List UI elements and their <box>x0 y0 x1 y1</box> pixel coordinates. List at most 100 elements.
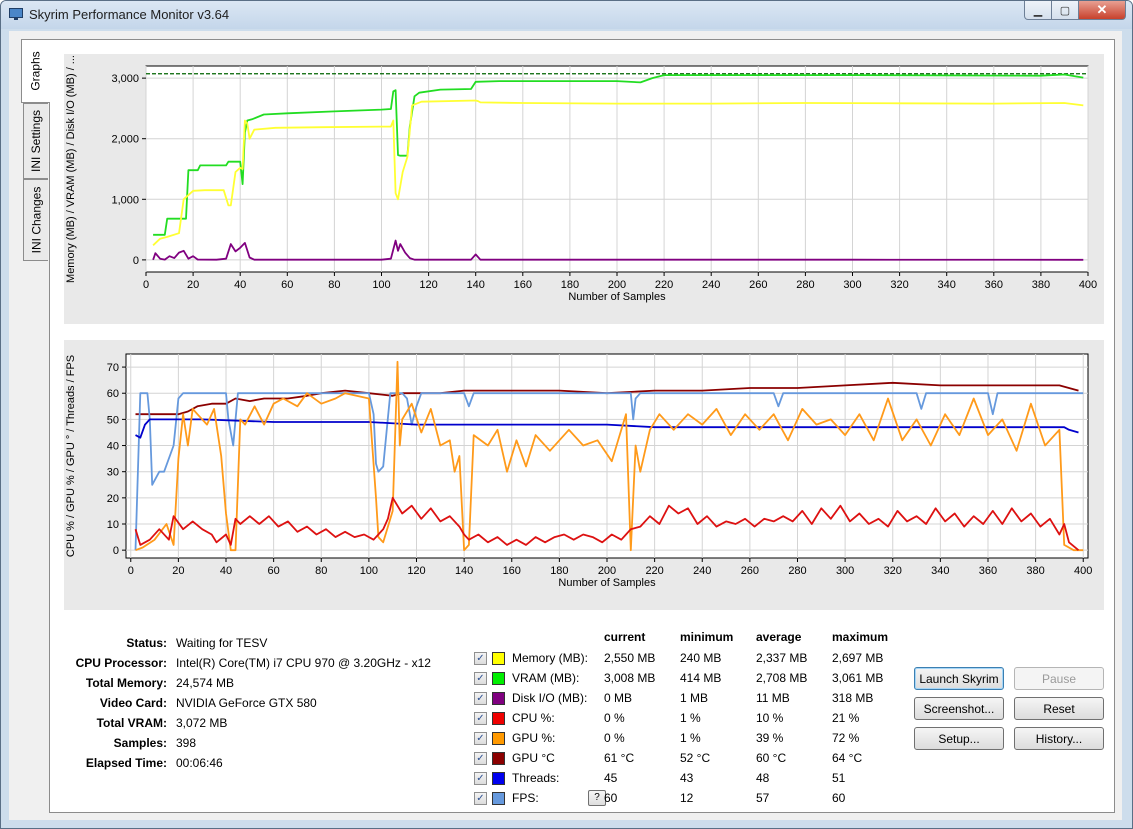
x-tick-label: 100 <box>360 565 378 577</box>
series-color-swatch[interactable] <box>492 772 505 785</box>
reset-button[interactable]: Reset <box>1014 697 1104 720</box>
stat-maximum: 3,061 MB <box>832 671 884 685</box>
app-window: Skyrim Performance Monitor v3.64 ▁ ▢ ✕ G… <box>0 0 1133 829</box>
setup-button[interactable]: Setup... <box>914 727 1004 750</box>
x-tick-label: 400 <box>1074 565 1092 577</box>
monitor-app-icon <box>9 8 23 20</box>
video-card-value: NVIDIA GeForce GTX 580 <box>176 696 317 710</box>
stats-row: ✓ Memory (MB): 2,550 MB 240 MB 2,337 MB 2,697… <box>474 650 954 670</box>
x-tick-label: 80 <box>328 279 340 291</box>
stats-table: current minimum average maximum ✓ Memory … <box>474 630 944 810</box>
x-tick-label: 280 <box>796 279 814 291</box>
x-tick-label: 360 <box>979 565 997 577</box>
x-tick-label: 60 <box>281 279 293 291</box>
tab-graphs[interactable]: Graphs <box>21 39 50 103</box>
series-label: GPU %: <box>512 731 556 745</box>
header-maximum: maximum <box>832 630 889 644</box>
total-vram-value: 3,072 MB <box>176 716 228 730</box>
x-tick-label: 320 <box>890 279 908 291</box>
stat-maximum: 64 °C <box>832 751 863 765</box>
y-axis-label: Memory (MB) / VRAM (MB) / Disk I/O (MB) … <box>65 55 77 283</box>
series-visible-checkbox[interactable]: ✓ <box>474 732 487 745</box>
series-visible-checkbox[interactable]: ✓ <box>474 672 487 685</box>
elapsed-time-value: 00:06:46 <box>176 756 223 770</box>
x-tick-label: 200 <box>608 279 626 291</box>
series-color-swatch[interactable] <box>492 732 505 745</box>
series-visible-checkbox[interactable]: ✓ <box>474 772 487 785</box>
x-tick-label: 0 <box>128 565 134 577</box>
launch-skyrim-button[interactable]: Launch Skyrim <box>914 667 1004 690</box>
stat-minimum: 52 °C <box>680 751 711 765</box>
x-tick-label: 60 <box>268 565 280 577</box>
series-color-swatch[interactable] <box>492 792 505 805</box>
series-visible-checkbox[interactable]: ✓ <box>474 652 487 665</box>
series-color-swatch[interactable] <box>492 712 505 725</box>
y-tick-label: 50 <box>107 414 119 426</box>
stat-current: 3,008 MB <box>604 671 656 685</box>
series-color-swatch[interactable] <box>492 672 505 685</box>
x-axis-label: Number of Samples <box>558 577 656 589</box>
series-visible-checkbox[interactable]: ✓ <box>474 692 487 705</box>
stat-average: 60 °C <box>756 751 787 765</box>
stat-average: 2,337 MB <box>756 651 808 665</box>
stats-row: ✓ Threads: 45 43 48 51 <box>474 770 954 790</box>
series-color-swatch[interactable] <box>492 652 505 665</box>
stat-maximum: 2,697 MB <box>832 651 884 665</box>
header-minimum: minimum <box>680 630 734 644</box>
series-visible-checkbox[interactable]: ✓ <box>474 752 487 765</box>
stat-current: 45 <box>604 771 618 785</box>
stat-minimum: 240 MB <box>680 651 722 665</box>
series-color-swatch[interactable] <box>492 752 505 765</box>
stat-maximum: 21 % <box>832 711 860 725</box>
tab-ini-changes[interactable]: INI Changes <box>23 179 48 261</box>
x-tick-label: 260 <box>741 565 759 577</box>
series-label: Threads: <box>512 771 560 785</box>
y-tick-label: 0 <box>113 545 119 557</box>
memory-chart-panel: 0 20 40 60 80 100 120 140 160 180 200 220 240 260 280 3… <box>64 54 1104 324</box>
stat-current: 0 % <box>604 711 625 725</box>
stat-minimum: 414 MB <box>680 671 722 685</box>
close-button[interactable]: ✕ <box>1079 1 1126 20</box>
y-tick-label: 10 <box>107 519 119 531</box>
status-value: Waiting for TESV <box>176 636 268 650</box>
minimize-button[interactable]: ▁ <box>1024 1 1052 20</box>
x-tick-label: 400 <box>1079 279 1097 291</box>
header-current: current <box>604 630 646 644</box>
tab-ini-changes-label: INI Changes <box>29 186 44 254</box>
x-tick-label: 280 <box>788 565 806 577</box>
x-tick-label: 380 <box>1032 279 1050 291</box>
series-label: Memory (MB): <box>512 651 588 665</box>
cpu-processor-value: Intel(R) Core(TM) i7 CPU 970 @ 3.20GHz -… <box>176 656 431 670</box>
stat-maximum: 60 <box>832 791 846 805</box>
stats-row: ✓ FPS:? 60 12 57 60 <box>474 790 954 810</box>
stat-maximum: 72 % <box>832 731 860 745</box>
stat-average: 39 % <box>756 731 784 745</box>
y-tick-label: 30 <box>107 467 119 479</box>
x-tick-label: 80 <box>315 565 327 577</box>
x-tick-label: 260 <box>749 279 767 291</box>
x-tick-label: 360 <box>985 279 1003 291</box>
x-tick-label: 240 <box>702 279 720 291</box>
series-label: FPS:? <box>512 790 606 806</box>
stat-current: 0 MB <box>604 691 633 705</box>
x-tick-label: 200 <box>598 565 616 577</box>
stat-average: 2,708 MB <box>756 671 808 685</box>
stat-average: 57 <box>756 791 770 805</box>
tab-ini-settings[interactable]: INI Settings <box>23 103 48 179</box>
history-button[interactable]: History... <box>1014 727 1104 750</box>
series-visible-checkbox[interactable]: ✓ <box>474 792 487 805</box>
stat-minimum: 12 <box>680 791 694 805</box>
stats-row: ✓ CPU %: 0 % 1 % 10 % 21 % <box>474 710 954 730</box>
maximize-button[interactable]: ▢ <box>1052 1 1079 20</box>
x-tick-label: 300 <box>843 279 861 291</box>
screenshot-button[interactable]: Screenshot... <box>914 697 1004 720</box>
y-axis-label: CPU % / GPU % / GPU ° / Threads / FPS <box>65 355 77 557</box>
pause-button[interactable]: Pause <box>1014 667 1104 690</box>
series-visible-checkbox[interactable]: ✓ <box>474 712 487 725</box>
stat-minimum: 1 MB <box>680 691 709 705</box>
stat-current: 0 % <box>604 731 625 745</box>
series-color-swatch[interactable] <box>492 692 505 705</box>
y-tick-label: 1,000 <box>111 194 139 206</box>
memory-chart: 0 20 40 60 80 100 120 140 160 180 200 220 240 260 280 3… <box>65 55 1097 303</box>
title-bar[interactable]: Skyrim Performance Monitor v3.64 ▁ ▢ ✕ <box>1 1 1132 29</box>
